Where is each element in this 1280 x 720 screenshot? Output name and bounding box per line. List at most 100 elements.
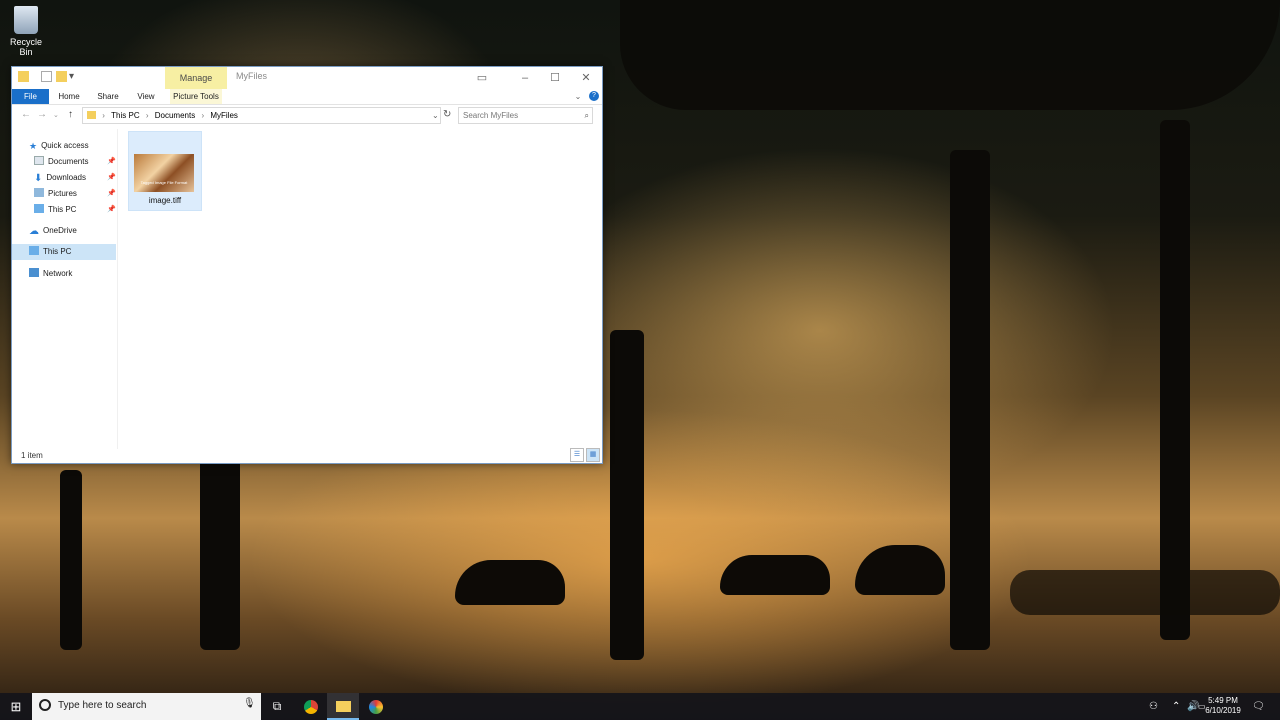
tree-trunk xyxy=(60,470,82,650)
chrome-icon-glyph xyxy=(304,699,318,714)
title-bar: ▾ Manage MyFiles ▭ – ☐ ✕ xyxy=(12,67,602,89)
recycle-bin-icon xyxy=(14,6,38,34)
pin-icon[interactable]: 📌 xyxy=(107,157,116,165)
search-input[interactable]: Search MyFiles ⌕ xyxy=(458,107,593,124)
window-title: MyFiles xyxy=(236,71,267,81)
search-placeholder: Search MyFiles xyxy=(463,111,519,120)
clock-date: 6/10/2019 xyxy=(1205,706,1241,715)
details-view-icon[interactable]: ☰ xyxy=(570,448,584,462)
maximize-button[interactable]: ☐ xyxy=(540,67,570,89)
contextual-tab-manage[interactable]: Manage xyxy=(165,67,227,89)
breadcrumb-documents[interactable]: Documents xyxy=(155,111,195,120)
documents-folder-icon xyxy=(34,156,44,165)
star-icon: ★ xyxy=(29,141,38,151)
image-thumbnail: Tagged Image File Format xyxy=(134,154,194,192)
file-item-image-tiff[interactable]: Tagged Image File Format image.tiff xyxy=(128,131,202,211)
recent-locations-icon[interactable]: ⌄ xyxy=(53,111,59,119)
nav-item-this-pc[interactable]: This PC xyxy=(29,245,71,259)
minimize-button[interactable]: – xyxy=(510,67,540,89)
tab-share[interactable]: Share xyxy=(94,89,122,104)
breadcrumb-separator: › xyxy=(145,111,149,120)
tab-file[interactable]: File xyxy=(12,89,49,104)
tree-canopy xyxy=(620,0,1280,110)
thumbnail-caption: Tagged Image File Format xyxy=(140,180,188,185)
cloud-icon: ☁ xyxy=(29,226,39,237)
desktop-icon-label: Recycle Bin xyxy=(9,37,42,57)
nav-item-onedrive[interactable]: ☁ OneDrive xyxy=(29,224,77,238)
refresh-icon[interactable]: ↻ xyxy=(443,109,451,120)
taskbar-search-box[interactable]: Type here to search 🎙 xyxy=(32,693,261,720)
search-icon: ⌕ xyxy=(584,111,589,120)
close-button[interactable]: ✕ xyxy=(571,67,601,89)
tab-view[interactable]: View xyxy=(132,89,160,104)
ribbon-tabs: File Home Share View Picture Tools ⌄ ? xyxy=(12,89,602,105)
nav-item-this-pc-quick[interactable]: This PC xyxy=(34,203,76,217)
new-folder-icon[interactable] xyxy=(56,71,67,82)
tab-home[interactable]: Home xyxy=(55,89,83,104)
photo-app-glyph xyxy=(369,699,383,714)
photo-app-icon[interactable] xyxy=(360,693,392,720)
forward-arrow-icon[interactable]: → xyxy=(37,109,47,120)
tab-picture-tools[interactable]: Picture Tools xyxy=(170,89,222,104)
properties-icon[interactable] xyxy=(41,71,52,82)
system-clock[interactable]: 5:49 PM 6/10/2019 xyxy=(1200,696,1246,716)
horse-rider-silhouette xyxy=(455,560,565,605)
taskbar-search-placeholder: Type here to search xyxy=(58,700,147,711)
pin-icon[interactable]: 📌 xyxy=(107,205,116,213)
large-icons-view-icon[interactable]: ▦ xyxy=(586,448,600,462)
nav-label: Quick access xyxy=(41,141,89,150)
notifications-icon[interactable]: 🗨 xyxy=(1252,693,1265,720)
breadcrumb-separator: › xyxy=(201,111,205,120)
address-bar[interactable]: › This PC › Documents › MyFiles ⌄ xyxy=(82,107,441,124)
nav-item-network[interactable]: Network xyxy=(29,267,72,281)
horse-rider-silhouette xyxy=(855,545,945,595)
tree-trunk xyxy=(1160,120,1190,640)
windows-start-icon[interactable]: ⊞ xyxy=(0,693,32,720)
cattle-herd-silhouette xyxy=(1010,570,1280,615)
folder-icon xyxy=(18,71,29,82)
cast-icon[interactable]: ▭ xyxy=(467,67,497,89)
nav-label: This PC xyxy=(48,205,77,214)
computer-icon xyxy=(29,246,39,255)
breadcrumb-this-pc[interactable]: This PC xyxy=(111,111,139,120)
breadcrumb-separator: › xyxy=(102,111,105,120)
expand-ribbon-icon[interactable]: ⌄ xyxy=(572,89,584,104)
search-icon xyxy=(39,699,51,711)
nav-item-pictures[interactable]: Pictures xyxy=(34,187,77,201)
tree-trunk xyxy=(610,330,644,660)
task-view-icon[interactable]: ⧉ xyxy=(261,693,293,720)
nav-label: Pictures xyxy=(48,189,77,198)
pictures-folder-icon xyxy=(34,188,44,197)
customize-toolbar-icon[interactable]: ▾ xyxy=(69,71,80,82)
pin-icon[interactable]: 📌 xyxy=(107,173,116,181)
chrome-icon[interactable] xyxy=(295,693,327,720)
nav-item-documents[interactable]: Documents xyxy=(34,155,88,169)
pin-icon[interactable]: 📌 xyxy=(107,189,116,197)
horse-rider-silhouette xyxy=(720,555,830,595)
nav-label: Downloads xyxy=(46,173,86,182)
microphone-icon[interactable]: 🎙 xyxy=(243,698,256,709)
nav-quick-access[interactable]: ★ Quick access xyxy=(29,139,89,153)
nav-label: OneDrive xyxy=(43,226,77,235)
file-name: image.tiff xyxy=(148,196,182,205)
clock-time: 5:49 PM xyxy=(1208,696,1238,705)
nav-label: Network xyxy=(43,269,73,278)
breadcrumb-myfiles[interactable]: MyFiles xyxy=(210,111,238,120)
show-hidden-icons-icon[interactable]: ⌃ xyxy=(1172,693,1180,720)
help-icon[interactable]: ? xyxy=(589,91,599,101)
address-dropdown-icon[interactable]: ⌄ xyxy=(432,108,439,123)
back-arrow-icon[interactable]: ← xyxy=(21,109,31,120)
network-icon xyxy=(29,268,39,277)
nav-item-downloads[interactable]: ⬇ Downloads xyxy=(34,171,86,185)
people-icon[interactable]: ⚇ xyxy=(1149,693,1158,720)
navigation-pane: ★ Quick access Documents 📌 ⬇ Downloads 📌 P… xyxy=(12,129,118,449)
folder-icon xyxy=(335,701,351,713)
folder-icon xyxy=(87,111,96,119)
desktop-icon-recycle-bin[interactable]: Recycle Bin xyxy=(4,6,48,57)
address-row: ← → ⌄ ↑ › This PC › Documents › MyFiles … xyxy=(12,105,602,125)
up-arrow-icon[interactable]: ↑ xyxy=(68,109,73,120)
computer-icon xyxy=(34,204,44,213)
file-explorer-taskbar-icon[interactable] xyxy=(327,693,359,720)
tree-trunk xyxy=(950,150,990,650)
taskbar: ⊞ Type here to search 🎙 ⧉ ⚇ ⌃ 🔊 ▭ 5:49 P… xyxy=(0,693,1280,720)
